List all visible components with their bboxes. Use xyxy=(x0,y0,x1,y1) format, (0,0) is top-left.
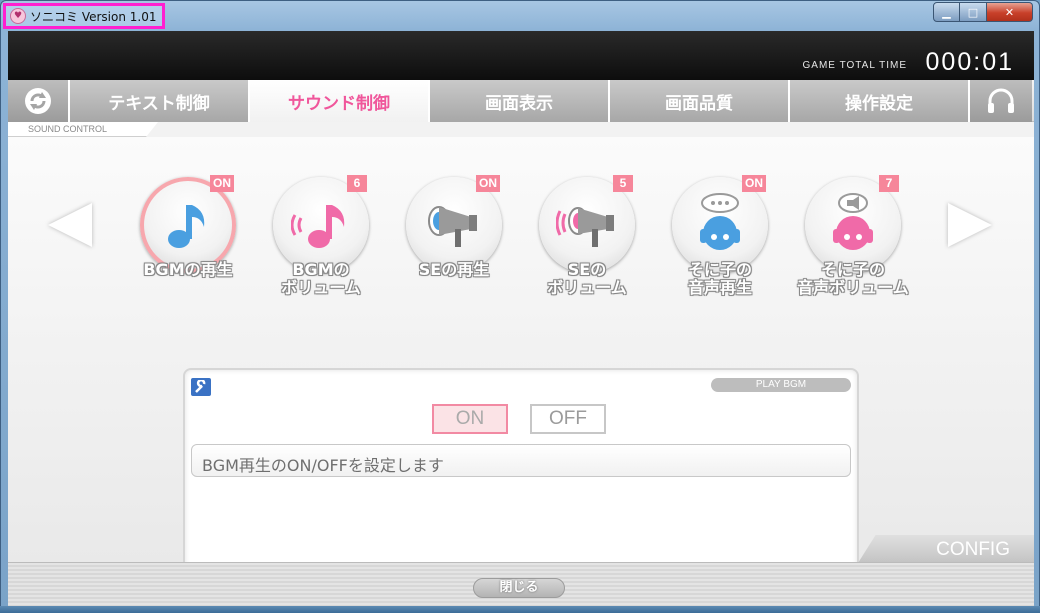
tab-label: サウンド制御 xyxy=(288,93,390,114)
reset-button[interactable] xyxy=(8,80,70,122)
option-label: SEの ボリューム xyxy=(547,260,627,297)
status-badge: ON xyxy=(742,175,766,192)
game-total-time-value: 000:01 xyxy=(925,48,1014,76)
tab-text-control[interactable]: テキスト制御 xyxy=(70,80,250,122)
megaphone-icon xyxy=(428,206,477,247)
option-label: BGMの再生 xyxy=(143,260,233,279)
tab-label: テキスト制御 xyxy=(108,93,210,114)
status-badge: ON xyxy=(476,175,500,192)
tab-sound-control[interactable]: サウンド制御 xyxy=(250,80,430,122)
option-label: そに子の 音声ボリューム xyxy=(797,260,909,297)
on-option-button[interactable]: ON xyxy=(432,404,508,434)
maximize-button[interactable]: □ xyxy=(960,2,987,22)
window-title: ソニコミ Version 1.01 xyxy=(30,9,157,24)
next-arrow-button[interactable] xyxy=(948,203,992,247)
tab-screen-quality[interactable]: 画面品質 xyxy=(610,80,790,122)
game-total-time-label: GAME TOTAL TIME xyxy=(802,60,907,71)
status-badge: ON xyxy=(210,175,234,192)
tab-bar: テキスト制御 サウンド制御 画面表示 画面品質 操作設定 xyxy=(8,80,1034,122)
status-badge: 6 xyxy=(347,175,367,192)
desktop-taskbar-edge xyxy=(0,606,1040,613)
headphones-icon xyxy=(988,88,1014,113)
client-area: GAME TOTAL TIME 000:01 テキスト制御 サウンド制御 画面表… xyxy=(8,31,1034,607)
option-sonico-voice-volume[interactable]: 7 そに子の 音声ボリューム xyxy=(793,175,913,305)
sound-settings-area: ON BGMの再生 6 BGMの ボリューム ON SEの再生 5 SEの ボリ… xyxy=(8,137,1034,574)
tab-operation-settings[interactable]: 操作設定 xyxy=(790,80,970,122)
title-bar[interactable]: ♥ ソニコミ Version 1.01 ▁ □ ✕ xyxy=(1,1,1039,31)
option-bgm-volume[interactable]: 6 BGMの ボリューム xyxy=(261,175,381,305)
refresh-icon xyxy=(25,88,51,114)
config-label: CONFIG xyxy=(858,535,1034,563)
option-sonico-voice-play[interactable]: ON そに子の 音声再生 xyxy=(660,175,780,305)
option-label: SEの再生 xyxy=(418,260,490,279)
option-label: BGMの ボリューム xyxy=(281,260,361,297)
close-config-button[interactable]: 閉じる xyxy=(473,578,565,598)
music-volume-icon xyxy=(291,205,345,248)
option-bgm-play[interactable]: ON BGMの再生 xyxy=(128,175,248,305)
option-label: そに子の 音声再生 xyxy=(687,260,752,297)
window-title-box: ♥ ソニコミ Version 1.01 xyxy=(3,3,166,29)
app-icon: ♥ xyxy=(10,8,26,24)
sonico-voice-icon xyxy=(700,193,740,250)
app-window: ♥ ソニコミ Version 1.01 ▁ □ ✕ GAME TOTAL TIM… xyxy=(0,0,1040,613)
panel-tag: PLAY BGM xyxy=(711,378,851,392)
previous-arrow-button[interactable] xyxy=(48,203,92,247)
tab-label: 画面品質 xyxy=(665,93,733,114)
option-description: BGM再生のON/OFFを設定します xyxy=(191,444,851,477)
option-se-play[interactable]: ON SEの再生 xyxy=(394,175,514,305)
option-se-volume[interactable]: 5 SEの ボリューム xyxy=(527,175,647,305)
minimize-button[interactable]: ▁ xyxy=(933,2,960,22)
option-detail-panel: PLAY BGM ON OFF BGM再生のON/OFFを設定します xyxy=(183,368,859,574)
tab-label: 画面表示 xyxy=(485,93,553,114)
off-option-button[interactable]: OFF xyxy=(530,404,606,434)
sonico-voice-volume-icon xyxy=(833,193,873,250)
wrench-icon xyxy=(191,378,211,396)
tab-label: 操作設定 xyxy=(845,93,913,114)
music-note-icon xyxy=(168,205,205,248)
top-bar: GAME TOTAL TIME 000:01 xyxy=(8,31,1034,80)
close-window-button[interactable]: ✕ xyxy=(987,2,1033,22)
tab-screen-display[interactable]: 画面表示 xyxy=(430,80,610,122)
bottom-bar: 閉じる xyxy=(8,562,1034,607)
section-label: SOUND CONTROL xyxy=(8,122,158,137)
status-badge: 5 xyxy=(613,175,633,192)
window-controls: ▁ □ ✕ xyxy=(933,2,1033,22)
headphones-button[interactable] xyxy=(970,80,1032,122)
status-badge: 7 xyxy=(879,175,899,192)
megaphone-volume-icon xyxy=(556,207,614,247)
